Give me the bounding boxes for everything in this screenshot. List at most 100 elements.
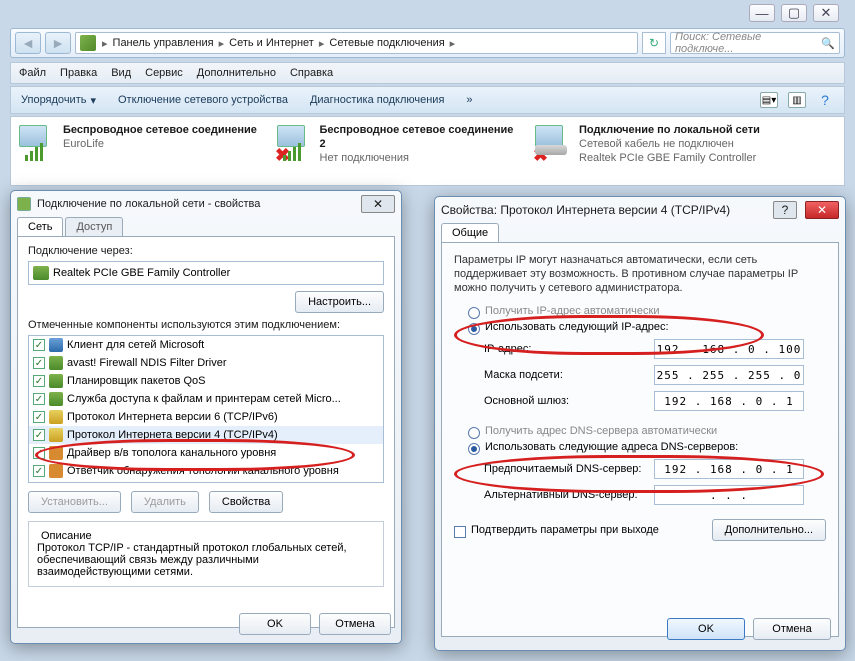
description-group: Описание Протокол TCP/IP - стандартный п… [28,521,384,587]
dialog-icon [17,197,31,211]
connection-item-wifi1[interactable]: Беспроводное сетевое соединение EuroLife [17,123,257,179]
toolbar-organize[interactable]: Упорядочить ▾ [21,94,96,107]
tab-access[interactable]: Доступ [65,217,123,236]
checkbox-icon[interactable]: ✓ [33,339,45,351]
crumb-2[interactable]: Сеть и Интернет [226,37,317,49]
breadcrumb-icon [80,35,96,51]
dns2-input[interactable]: . . . [654,485,804,505]
menu-bar: Файл Правка Вид Сервис Дополнительно Спр… [10,62,845,84]
wifi-disconnected-icon: ✖ [275,123,314,163]
component-row[interactable]: ✓Ответчик обнаружения топологии канально… [29,462,383,480]
menu-view[interactable]: Вид [111,67,131,79]
crumb-sep: ▸ [100,37,110,50]
checkbox-icon[interactable]: ✓ [33,357,45,369]
configure-button[interactable]: Настроить... [295,291,384,313]
conn-title: Беспроводное сетевое соединение 2 [320,123,515,151]
menu-help[interactable]: Справка [290,67,333,79]
search-icon: 🔍 [821,37,835,50]
menu-extra[interactable]: Дополнительно [197,67,276,79]
toolbar-disable-device[interactable]: Отключение сетевого устройства [118,94,288,106]
adapter-field: Realtek PCIe GBE Family Controller [28,261,384,285]
component-row[interactable]: ✓Клиент для сетей Microsoft [29,336,383,354]
service-icon [49,392,63,406]
properties-button[interactable]: Свойства [209,491,283,513]
toolbar-diagnose[interactable]: Диагностика подключения [310,94,444,106]
checkbox-icon[interactable]: ✓ [33,393,45,405]
search-input[interactable]: Поиск: Сетевые подключе... 🔍 [670,32,840,54]
component-row[interactable]: ✓avast! Firewall NDIS Filter Driver [29,354,383,372]
radio-label: Использовать следующий IP-адрес: [485,321,669,333]
checkbox-icon[interactable]: ✓ [33,411,45,423]
dialog-title: Свойства: Протокол Интернета версии 4 (T… [441,203,730,217]
address-bar: ◄ ► ▸ Панель управления ▸ Сеть и Интерне… [10,28,845,58]
install-button[interactable]: Установить... [28,491,121,513]
checkbox-icon[interactable]: ✓ [33,465,45,477]
dialog-close-button[interactable]: ✕ [805,201,839,219]
radio-label: Получить адрес DNS-сервера автоматически [485,425,717,437]
dialog-close-button[interactable]: ✕ [361,195,395,213]
search-placeholder: Поиск: Сетевые подключе... [675,31,821,55]
crumb-1[interactable]: Панель управления [110,37,217,49]
refresh-button[interactable]: ↻ [642,32,666,54]
connection-item-wifi2[interactable]: ✖ Беспроводное сетевое соединение 2 Нет … [275,123,515,179]
radio-label: Использовать следующие адреса DNS-сервер… [485,441,738,453]
component-row[interactable]: ✓Протокол Интернета версии 6 (TCP/IPv6) [29,408,383,426]
component-row[interactable]: ✓Драйвер в/в тополога канального уровня [29,444,383,462]
components-label: Отмеченные компоненты используются этим … [28,319,384,331]
conn-sub: Сетевой кабель не подключен [579,137,760,151]
preview-pane-button[interactable]: ▥ [788,92,806,108]
breadcrumb[interactable]: ▸ Панель управления ▸ Сеть и Интернет ▸ … [75,32,638,54]
components-list[interactable]: ✓Клиент для сетей Microsoft ✓avast! Fire… [28,335,384,483]
menu-file[interactable]: Файл [19,67,46,79]
conn-sub: Нет подключения [320,151,515,165]
conn-title: Беспроводное сетевое соединение [63,123,257,137]
connection-properties-dialog: Подключение по локальной сети - свойства… [10,190,402,644]
radio-ip-manual[interactable] [468,323,480,335]
nav-fwd-button[interactable]: ► [45,32,71,54]
gateway-input[interactable]: 192 . 168 . 0 . 1 [654,391,804,411]
dialog-help-button[interactable]: ? [773,201,797,219]
component-row[interactable]: ✓Планировщик пакетов QoS [29,372,383,390]
radio-ip-auto[interactable] [468,307,480,319]
ipaddr-input[interactable]: 192 . 168 . 0 . 100 [654,339,804,359]
ipaddr-label: IP-адрес: [484,343,654,355]
checkbox-icon[interactable]: ✓ [33,447,45,459]
advanced-button[interactable]: Дополнительно... [712,519,826,541]
toolbar-more[interactable]: » [466,94,472,106]
service-icon [49,356,63,370]
dns1-input[interactable]: 192 . 168 . 0 . 1 [654,459,804,479]
lan-disconnected-icon: ✖ [533,123,573,163]
connection-item-lan[interactable]: ✖ Подключение по локальной сети Сетевой … [533,123,813,179]
chevron-down-icon: ▾ [90,94,96,107]
cancel-button[interactable]: Отмена [753,618,831,640]
remove-button[interactable]: Удалить [131,491,199,513]
view-options-button[interactable]: ▤▾ [760,92,778,108]
ipv4-properties-dialog: Свойства: Протокол Интернета версии 4 (T… [434,196,846,651]
tab-general[interactable]: Общие [441,223,499,242]
confirm-label: Подтвердить параметры при выходе [471,524,659,536]
component-row[interactable]: ✓Служба доступа к файлам и принтерам сет… [29,390,383,408]
mask-label: Маска подсети: [484,369,654,381]
radio-dns-manual[interactable] [468,443,480,455]
checkbox-icon[interactable]: ✓ [33,375,45,387]
confirm-checkbox[interactable] [454,526,466,538]
radio-label: Получить IP-адрес автоматически [485,305,659,317]
cancel-button[interactable]: Отмена [319,613,391,635]
service-icon [49,374,63,388]
nav-back-button[interactable]: ◄ [15,32,41,54]
menu-edit[interactable]: Правка [60,67,97,79]
ok-button[interactable]: OK [239,613,311,635]
crumb-3[interactable]: Сетевые подключения [326,37,447,49]
close-button[interactable]: ✕ [813,4,839,22]
maximize-button[interactable]: ▢ [781,4,807,22]
mask-input[interactable]: 255 . 255 . 255 . 0 [654,365,804,385]
ok-button[interactable]: OK [667,618,745,640]
component-row-ipv4[interactable]: ✓Протокол Интернета версии 4 (TCP/IPv4) [29,426,383,444]
minimize-button[interactable]: — [749,4,775,22]
tab-network[interactable]: Сеть [17,217,63,236]
menu-service[interactable]: Сервис [145,67,183,79]
radio-dns-auto[interactable] [468,427,480,439]
protocol-icon [49,428,63,442]
help-icon[interactable]: ? [816,92,834,108]
checkbox-icon[interactable]: ✓ [33,429,45,441]
